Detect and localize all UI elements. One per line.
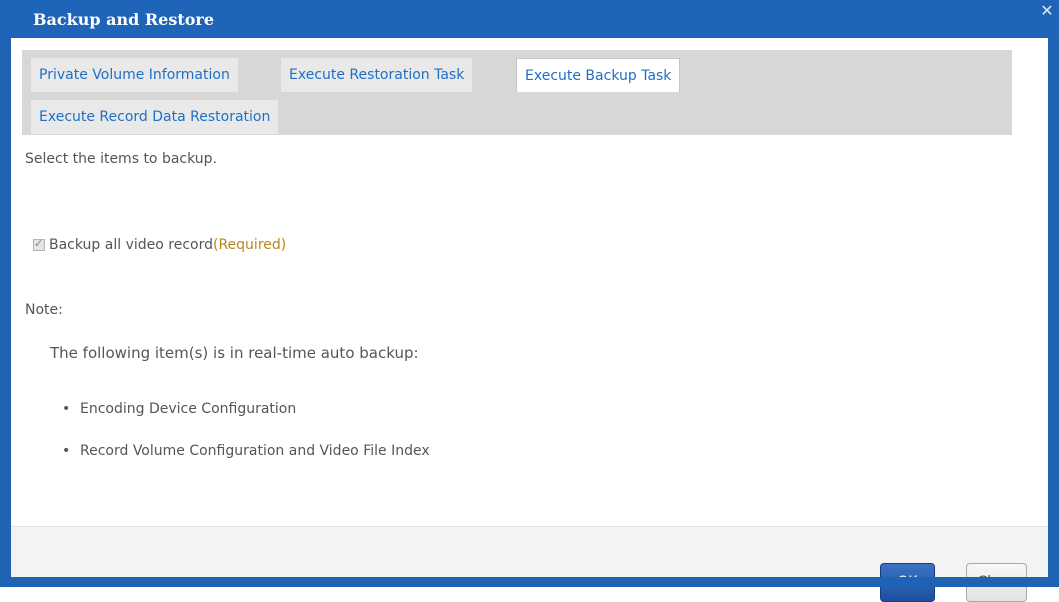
- required-label: (Required): [213, 237, 287, 253]
- note-label: Note:: [25, 302, 63, 318]
- bullet-icon: •: [62, 443, 71, 459]
- backup-video-record-row: Backup all video record (Required): [33, 237, 286, 253]
- list-item: • Encoding Device Configuration: [62, 401, 296, 417]
- backup-video-label: Backup all video record: [49, 237, 213, 253]
- dialog-bottom-border: [0, 577, 1059, 587]
- tab-execute-restoration-task[interactable]: Execute Restoration Task: [281, 58, 473, 92]
- note-text: The following item(s) is in real-time au…: [50, 344, 419, 362]
- list-item: • Record Volume Configuration and Video F…: [62, 443, 430, 459]
- backup-restore-dialog: Backup and Restore ✕ Private Volume Info…: [0, 0, 1059, 602]
- tab-private-volume-information[interactable]: Private Volume Information: [31, 58, 238, 92]
- close-icon[interactable]: ✕: [1039, 2, 1055, 20]
- bullet-text: Record Volume Configuration and Video Fi…: [80, 443, 430, 459]
- dialog-title: Backup and Restore: [33, 10, 215, 29]
- bullet-text: Encoding Device Configuration: [80, 401, 297, 417]
- instruction-text: Select the items to backup.: [25, 151, 217, 167]
- bullet-icon: •: [62, 401, 71, 417]
- backup-video-checkbox[interactable]: [33, 237, 45, 251]
- tab-bar: Private Volume Information Execute Resto…: [22, 50, 1012, 135]
- title-bar: Backup and Restore ✕: [0, 0, 1059, 38]
- tab-execute-backup-task[interactable]: Execute Backup Task: [516, 58, 681, 92]
- tab-execute-record-data-restoration[interactable]: Execute Record Data Restoration: [31, 100, 279, 134]
